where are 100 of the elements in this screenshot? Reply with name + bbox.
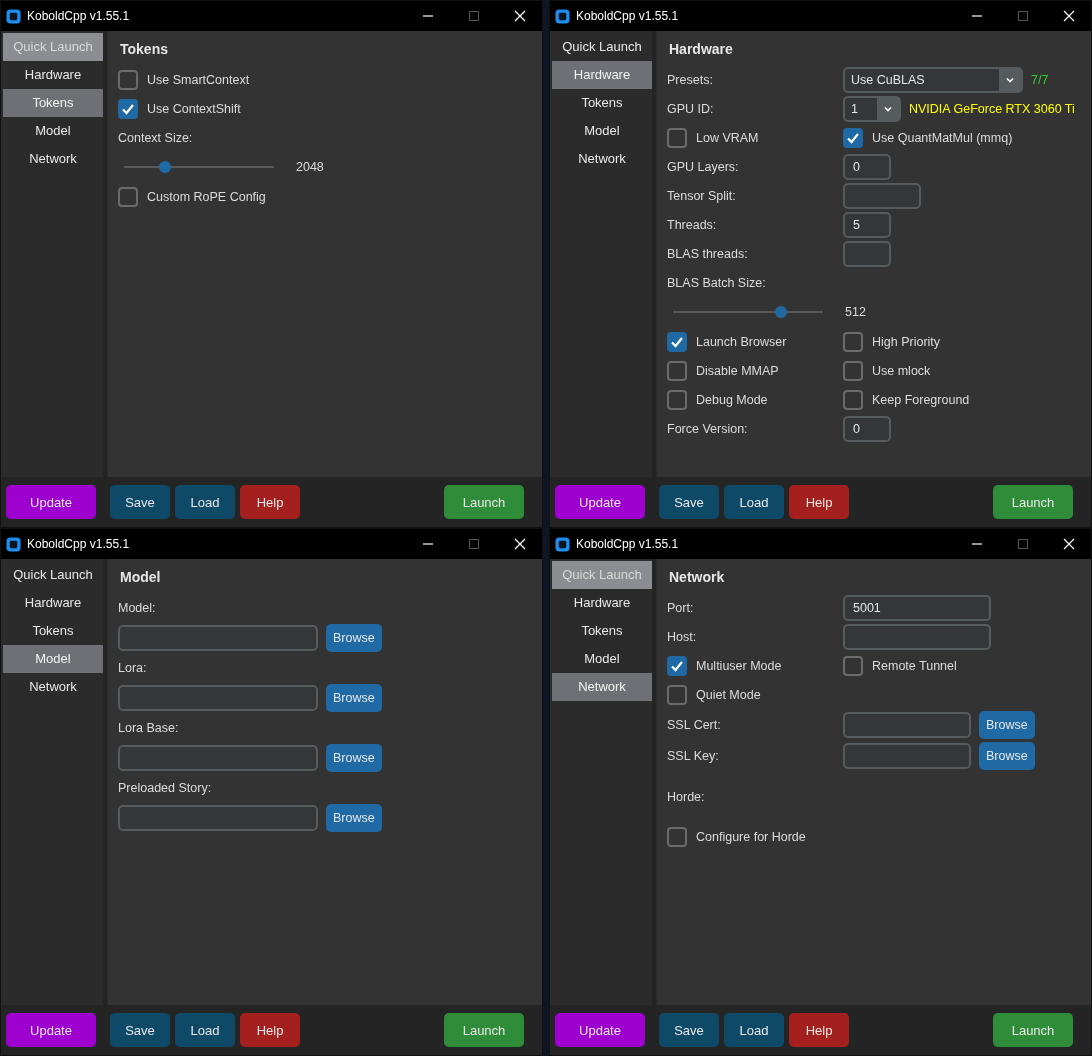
- sidebar-tab[interactable]: Hardware: [552, 589, 652, 617]
- sidebar-tab[interactable]: Hardware: [3, 589, 103, 617]
- checkbox[interactable]: [667, 128, 687, 148]
- sidebar-tab[interactable]: Network: [552, 673, 652, 701]
- checkbox[interactable]: [667, 685, 687, 705]
- checkbox[interactable]: [667, 827, 687, 847]
- sidebar-tab[interactable]: Quick Launch: [552, 33, 652, 61]
- section-title: Tokens: [120, 41, 169, 57]
- field-label: Preloaded Story:: [118, 781, 212, 795]
- browse-button[interactable]: Browse: [326, 624, 382, 652]
- input-field[interactable]: [118, 625, 318, 651]
- close-icon[interactable]: [1063, 10, 1075, 22]
- input-field[interactable]: [843, 241, 891, 267]
- input-field[interactable]: [843, 183, 921, 209]
- dropdown[interactable]: 1: [843, 96, 901, 122]
- sidebar-tab[interactable]: Quick Launch: [3, 561, 103, 589]
- caret-icon[interactable]: [883, 104, 893, 114]
- field-label: Horde:: [667, 790, 705, 804]
- sidebar-tab[interactable]: Model: [3, 117, 103, 145]
- sidebar-tab[interactable]: Tokens: [3, 89, 103, 117]
- checkbox[interactable]: [118, 187, 138, 207]
- sidebar-tab[interactable]: Hardware: [552, 61, 652, 89]
- field-label: SSL Cert:: [667, 718, 722, 732]
- footer-button[interactable]: Update: [555, 1013, 645, 1047]
- footer-button[interactable]: Load: [175, 485, 235, 519]
- field-label: Lora:: [118, 661, 147, 675]
- maximize-icon[interactable]: [1017, 10, 1029, 22]
- footer-button[interactable]: Load: [724, 485, 784, 519]
- input-field[interactable]: [118, 685, 318, 711]
- browse-button[interactable]: Browse: [326, 684, 382, 712]
- checkbox[interactable]: [667, 390, 687, 410]
- input-field[interactable]: [118, 805, 318, 831]
- field-label: Threads:: [667, 218, 718, 232]
- field-label: GPU Layers:: [667, 160, 740, 174]
- sidebar-tab[interactable]: Hardware: [3, 61, 103, 89]
- checkbox-label: Use mlock: [872, 364, 931, 378]
- sidebar-tab[interactable]: Tokens: [552, 617, 652, 645]
- browse-button[interactable]: Browse: [326, 804, 382, 832]
- sidebar-tab[interactable]: Model: [3, 645, 103, 673]
- close-icon[interactable]: [514, 538, 526, 550]
- app-icon: [6, 8, 21, 24]
- input-field[interactable]: 5001: [843, 595, 991, 621]
- checkbox[interactable]: [843, 656, 863, 676]
- window-title: KoboldCpp v1.55.1: [27, 9, 130, 23]
- maximize-icon[interactable]: [1017, 538, 1029, 550]
- input-field[interactable]: [843, 712, 971, 738]
- slider-value: 512: [845, 305, 866, 319]
- dropdown[interactable]: Use CuBLAS: [843, 67, 1023, 93]
- slider-thumb[interactable]: [775, 306, 787, 318]
- maximize-icon[interactable]: [468, 538, 480, 550]
- browse-button[interactable]: Browse: [326, 744, 382, 772]
- footer-button[interactable]: Update: [6, 1013, 96, 1047]
- sidebar-tab[interactable]: Model: [552, 117, 652, 145]
- sidebar-tab[interactable]: Network: [3, 145, 103, 173]
- footer-button[interactable]: Help: [789, 485, 849, 519]
- input-field[interactable]: 0: [843, 416, 891, 442]
- checkbox-label: Disable MMAP: [696, 364, 779, 378]
- slider-thumb[interactable]: [158, 161, 171, 173]
- checkbox[interactable]: [843, 332, 863, 352]
- input-field[interactable]: [843, 624, 991, 650]
- checkbox[interactable]: [118, 70, 138, 90]
- footer-button[interactable]: Load: [724, 1013, 784, 1047]
- section-title: Network: [669, 569, 726, 585]
- footer-button[interactable]: Save: [659, 485, 719, 519]
- footer-button[interactable]: Update: [6, 485, 96, 519]
- sidebar-tab[interactable]: Tokens: [552, 89, 652, 117]
- checkbox[interactable]: [843, 361, 863, 381]
- footer-button[interactable]: Update: [555, 485, 645, 519]
- footer-button[interactable]: Help: [240, 1013, 300, 1047]
- field-label: Lora Base:: [118, 721, 179, 735]
- input-field[interactable]: [843, 743, 971, 769]
- footer-button[interactable]: Help: [240, 485, 300, 519]
- footer-button[interactable]: Load: [175, 1013, 235, 1047]
- sidebar-tab[interactable]: Network: [552, 145, 652, 173]
- field-label: Presets:: [667, 73, 714, 87]
- checkbox[interactable]: [667, 361, 687, 381]
- sidebar-tab[interactable]: Model: [552, 645, 652, 673]
- sidebar-tab[interactable]: Network: [3, 673, 103, 701]
- checkbox-label: Use QuantMatMul (mmq): [872, 131, 1013, 145]
- browse-button[interactable]: Browse: [979, 711, 1035, 739]
- footer-button[interactable]: Save: [110, 485, 170, 519]
- footer-button[interactable]: Save: [110, 1013, 170, 1047]
- maximize-icon[interactable]: [468, 10, 480, 22]
- app-icon: [555, 536, 570, 552]
- checkbox-label: Launch Browser: [696, 335, 787, 349]
- app-icon: [555, 8, 570, 24]
- sidebar-tab[interactable]: Tokens: [3, 617, 103, 645]
- caret-icon[interactable]: [1005, 75, 1015, 85]
- section-title: Hardware: [669, 41, 734, 57]
- close-icon[interactable]: [514, 10, 526, 22]
- device-info: NVIDIA GeForce RTX 3060 Ti: [909, 102, 1075, 116]
- input-field[interactable]: [118, 745, 318, 771]
- footer-button[interactable]: Help: [789, 1013, 849, 1047]
- checkbox-label: Quiet Mode: [696, 688, 761, 702]
- checkbox[interactable]: [843, 390, 863, 410]
- input-field[interactable]: 0: [843, 154, 891, 180]
- footer-button[interactable]: Save: [659, 1013, 719, 1047]
- input-field[interactable]: 5: [843, 212, 891, 238]
- browse-button[interactable]: Browse: [979, 742, 1035, 770]
- close-icon[interactable]: [1063, 538, 1075, 550]
